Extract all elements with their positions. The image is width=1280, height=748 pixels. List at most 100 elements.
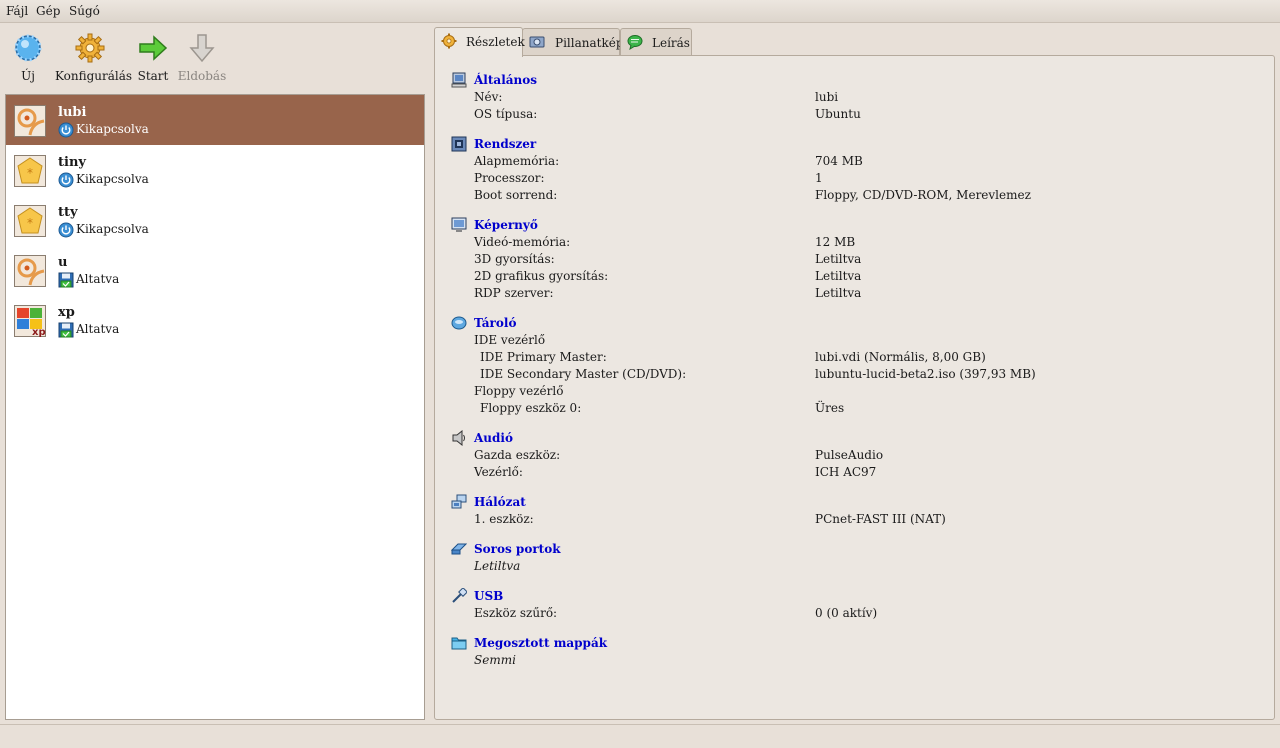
gear-icon — [75, 33, 105, 63]
other-os-icon: * — [14, 205, 46, 237]
computer-icon — [451, 72, 467, 88]
display-rdp-value: Letiltva — [815, 286, 862, 300]
system-memory-value: 704 MB — [815, 154, 863, 168]
storage-ide-primary-label: IDE Primary Master: — [480, 350, 607, 364]
network-icon — [451, 494, 467, 509]
tab-details[interactable]: Részletek — [434, 27, 525, 57]
chip-icon — [451, 136, 467, 152]
system-cpu-label: Processzor: — [474, 171, 545, 185]
tab-snapshots[interactable]: Pillanatkép — [522, 28, 624, 55]
display-3d-value: Letiltva — [815, 252, 862, 266]
menu-machine[interactable]: Gép — [36, 4, 60, 18]
vm-item-xp[interactable]: xp xp Altatva — [6, 295, 424, 345]
saved-state-icon — [58, 322, 74, 338]
system-memory-label: Alapmemória: — [474, 154, 560, 168]
folder-icon — [451, 637, 467, 650]
general-name-label: Név: — [474, 90, 503, 104]
power-off-icon — [58, 122, 74, 138]
details-panel: Általános Név: lubi OS típusa: Ubuntu Re… — [434, 55, 1275, 720]
saved-state-icon — [58, 272, 74, 288]
storage-ide-primary-value: lubi.vdi (Normális, 8,00 GB) — [815, 350, 986, 364]
vm-item-tty[interactable]: * tty Kikapcsolva — [6, 195, 424, 245]
serial-value: Letiltva — [474, 559, 521, 573]
shared-value: Semmi — [474, 653, 516, 667]
vm-name: tty — [58, 205, 78, 220]
vm-item-u[interactable]: u Altatva — [6, 245, 424, 295]
other-os-icon: * — [14, 155, 46, 187]
usb-filter-value: 0 (0 aktív) — [815, 606, 878, 620]
vm-name: u — [58, 255, 68, 270]
power-off-icon — [58, 172, 74, 188]
menu-bar: Fájl Gép Súgó — [0, 0, 1280, 23]
start-arrow-icon — [139, 35, 168, 61]
menu-help[interactable]: Súgó — [69, 4, 100, 18]
serial-port-icon — [451, 543, 467, 555]
vm-item-tiny[interactable]: * tiny Kikapcsolva — [6, 145, 424, 195]
usb-icon — [452, 588, 467, 603]
section-serial-title[interactable]: Soros portok — [474, 542, 561, 556]
gear-icon — [441, 33, 457, 49]
system-boot-label: Boot sorrend: — [474, 188, 558, 202]
svg-text:*: * — [27, 166, 33, 180]
section-usb-title[interactable]: USB — [474, 589, 503, 603]
display-2d-label: 2D grafikus gyorsítás: — [474, 269, 609, 283]
vm-state: Kikapcsolva — [76, 222, 149, 236]
usb-filter-label: Eszköz szűrő: — [474, 606, 558, 620]
system-cpu-value: 1 — [815, 171, 823, 185]
vm-name: lubi — [58, 105, 87, 120]
display-2d-value: Letiltva — [815, 269, 862, 283]
monitor-icon — [451, 217, 467, 232]
display-vmem-value: 12 MB — [815, 235, 856, 249]
storage-floppy-value: Üres — [815, 401, 845, 415]
audio-host-value: PulseAudio — [815, 448, 884, 462]
discard-arrow-icon — [189, 34, 215, 63]
configure-button[interactable]: Konfigurálás — [55, 30, 133, 90]
section-network-title[interactable]: Hálózat — [474, 495, 526, 509]
configure-button-label: Konfigurálás — [55, 69, 133, 83]
new-button[interactable]: Új — [0, 30, 63, 90]
status-bar — [0, 724, 1280, 748]
display-rdp-label: RDP szerver: — [474, 286, 554, 300]
speaker-icon — [452, 430, 465, 446]
svg-text:xp: xp — [32, 327, 46, 337]
ubuntu-icon — [14, 105, 46, 137]
storage-floppy-controller: Floppy vezérlő — [474, 384, 564, 398]
new-button-label: Új — [21, 69, 35, 83]
network-adapter-value: PCnet-FAST III (NAT) — [815, 512, 946, 526]
menu-file[interactable]: Fájl — [6, 4, 28, 18]
vm-item-lubi[interactable]: lubi Kikapcsolva — [6, 95, 424, 145]
vm-state: Altatva — [76, 322, 120, 336]
section-display-title[interactable]: Képernyő — [474, 218, 538, 232]
power-off-icon — [58, 222, 74, 238]
vm-state: Kikapcsolva — [76, 122, 149, 136]
speech-bubble-icon — [627, 35, 643, 50]
storage-ide-secondary-value: lubuntu-lucid-beta2.iso (397,93 MB) — [815, 367, 1036, 381]
vm-list[interactable]: lubi Kikapcsolva * tiny Kikapcsolva * tt… — [5, 94, 425, 720]
audio-host-label: Gazda eszköz: — [474, 448, 561, 462]
discard-button[interactable]: Eldobás — [167, 30, 237, 90]
network-adapter-label: 1. eszköz: — [474, 512, 534, 526]
section-storage-title[interactable]: Tároló — [474, 316, 516, 330]
camera-icon — [529, 36, 545, 48]
tab-details-label: Részletek — [466, 35, 525, 49]
storage-ide-secondary-label: IDE Secondary Master (CD/DVD): — [480, 367, 687, 381]
tab-snapshots-label: Pillanatkép — [555, 36, 624, 50]
tab-description-label: Leírás — [652, 36, 690, 50]
tab-description[interactable]: Leírás — [620, 28, 692, 55]
section-shared-title[interactable]: Megosztott mappák — [474, 636, 607, 650]
display-3d-label: 3D gyorsítás: — [474, 252, 555, 266]
hard-disk-icon — [451, 316, 467, 330]
vm-state: Kikapcsolva — [76, 172, 149, 186]
storage-ide-controller: IDE vezérlő — [474, 333, 546, 347]
general-os-value: Ubuntu — [815, 107, 861, 121]
discard-button-label: Eldobás — [177, 69, 227, 83]
section-system-title[interactable]: Rendszer — [474, 137, 536, 151]
vm-name: tiny — [58, 155, 86, 170]
system-boot-value: Floppy, CD/DVD-ROM, Merevlemez — [815, 188, 1031, 202]
section-audio-title[interactable]: Audió — [474, 431, 513, 445]
general-os-label: OS típusa: — [474, 107, 538, 121]
section-general-title[interactable]: Általános — [474, 73, 537, 87]
vm-name: xp — [58, 305, 75, 320]
svg-text:*: * — [27, 216, 33, 230]
general-name-value: lubi — [815, 90, 839, 104]
